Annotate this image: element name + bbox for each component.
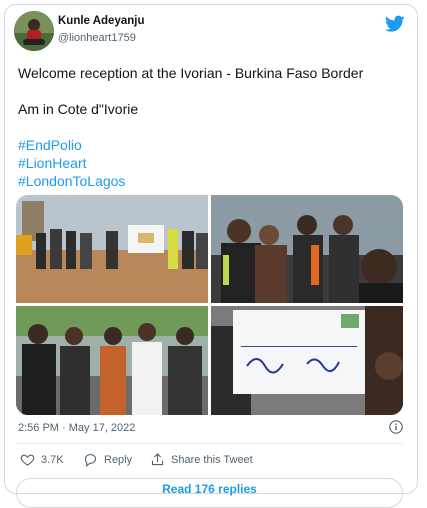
photo-4[interactable] <box>211 306 403 415</box>
share-button[interactable]: Share this Tweet <box>150 452 253 467</box>
tweet-line-1: Welcome reception at the Ivorian - Burki… <box>18 65 364 81</box>
divider <box>16 443 403 444</box>
reply-button[interactable]: Reply <box>83 452 132 467</box>
info-icon[interactable] <box>389 420 403 434</box>
share-icon <box>151 453 164 466</box>
hashtag-link[interactable]: #EndPolio <box>18 136 402 154</box>
avatar[interactable] <box>14 11 54 51</box>
like-button[interactable]: 3.7K <box>20 452 64 467</box>
reply-icon <box>84 453 97 467</box>
author-name[interactable]: Kunle Adeyanju <box>58 15 144 27</box>
read-replies-button[interactable]: Read 176 replies <box>16 478 403 508</box>
photo-grid <box>16 195 403 415</box>
heart-icon <box>20 454 35 466</box>
twitter-bird-icon[interactable] <box>384 15 405 33</box>
hashtag-link[interactable]: #LionHeart <box>18 154 402 172</box>
photo-2[interactable] <box>211 195 403 303</box>
tweet-text: Welcome reception at the Ivorian - Burki… <box>18 64 402 190</box>
photo-1[interactable] <box>16 195 208 303</box>
tweet-line-2: Am in Cote d"Ivorie <box>18 101 139 117</box>
share-label: Share this Tweet <box>171 453 253 466</box>
tweet-timestamp[interactable]: 2:56 PM · May 17, 2022 <box>18 422 135 434</box>
hashtag-link[interactable]: #LondonToLagos <box>18 172 402 190</box>
author-handle[interactable]: @lionheart1759 <box>58 32 136 44</box>
reply-label: Reply <box>104 453 133 466</box>
like-count: 3.7K <box>41 453 64 466</box>
photo-3[interactable] <box>16 306 208 415</box>
